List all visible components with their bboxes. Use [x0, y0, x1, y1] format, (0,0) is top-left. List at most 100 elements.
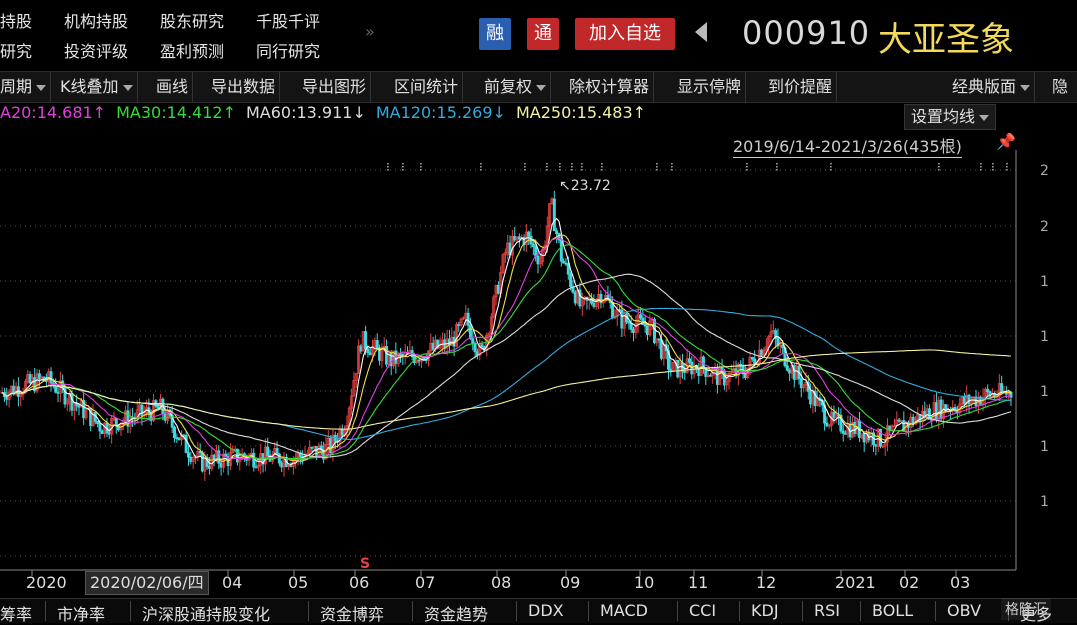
candle-body: [627, 321, 631, 324]
candle-body: [200, 452, 204, 472]
back-arrow-icon[interactable]: [695, 22, 707, 42]
nav-link-peer-research[interactable]: 同行研究: [256, 38, 320, 62]
indicator-tab-沪深股通持股变化[interactable]: 沪深股通持股变化: [142, 601, 270, 625]
candle-body: [569, 273, 573, 287]
indicator-tab-rsi[interactable]: RSI: [814, 601, 840, 620]
price-alert-button[interactable]: 到价提醒: [768, 72, 838, 102]
candle-body: [564, 262, 568, 265]
candle-body: [49, 371, 53, 384]
add-watchlist-button[interactable]: 加入自选: [575, 18, 675, 50]
candle-body: [646, 325, 650, 335]
nav-link-ratings[interactable]: 投资评级: [64, 38, 128, 62]
candle-body: [473, 343, 477, 353]
candle-body: [480, 344, 484, 348]
event-marker-icon: ⁝: [991, 160, 995, 174]
event-marker-icon: ⁝: [937, 160, 941, 174]
nav-link-stock-reviews[interactable]: 千股千评: [256, 8, 320, 32]
ma-legend-item: MA120:15.269↓: [375, 103, 506, 122]
tab-separator: [588, 601, 589, 621]
kline-overlay-label: K线叠加: [60, 77, 119, 96]
candle-body: [212, 454, 216, 460]
candle-body: [708, 374, 712, 377]
chevron-down-icon: [979, 114, 990, 121]
candle-body: [753, 358, 757, 365]
indicator-tab-cci[interactable]: CCI: [689, 601, 716, 620]
pin-icon[interactable]: 📌: [996, 132, 1016, 151]
ma-settings-button[interactable]: 设置均线: [904, 104, 997, 130]
candle-body: [56, 391, 60, 394]
connect-badge[interactable]: 通: [527, 18, 559, 50]
candle-body: [799, 378, 803, 389]
layout-menu[interactable]: 经典版面: [952, 72, 1036, 102]
chevron-down-icon: [36, 84, 47, 91]
show-suspension-button[interactable]: 显示停牌: [677, 72, 747, 102]
interval-stats-button[interactable]: 区间统计: [394, 72, 464, 102]
indicator-tab-ddx[interactable]: DDX: [528, 601, 564, 620]
x-tick-label: 07: [415, 573, 435, 592]
ma-legend-item: MA250:15.483↑: [515, 103, 647, 122]
candle-body: [536, 255, 540, 265]
indicator-tab-资金趋势[interactable]: 资金趋势: [424, 601, 488, 625]
ma-settings-label: 设置均线: [911, 107, 976, 126]
tab-separator: [802, 601, 803, 621]
ma-legend: A20:14.681↑ MA30:14.412↑ MA60:13.911↓ MA120…: [0, 102, 656, 124]
candle-body: [315, 446, 319, 456]
indicator-tab-boll[interactable]: BOLL: [872, 601, 913, 620]
tab-separator: [860, 601, 861, 621]
candle-body: [687, 358, 691, 363]
event-marker-icon: ⁝: [419, 160, 423, 174]
candle-body: [366, 348, 370, 354]
candle-body: [96, 421, 100, 425]
kline-overlay-menu[interactable]: K线叠加: [60, 72, 138, 102]
nav-link-shareholder-research[interactable]: 股东研究: [160, 8, 224, 32]
nav-more-icon[interactable]: »: [365, 22, 375, 41]
event-marker-icon: ⁝: [401, 160, 405, 174]
candle-body: [653, 319, 657, 344]
candle-body: [620, 309, 624, 329]
event-marker-icon: ⁝: [386, 160, 390, 174]
event-marker-icon: ⁝: [745, 160, 749, 174]
y-tick-label: 1: [1040, 329, 1049, 345]
draw-line-button[interactable]: 画线: [156, 72, 194, 102]
indicator-tab-macd[interactable]: MACD: [600, 601, 648, 620]
candle-body: [5, 396, 9, 400]
candle-body: [252, 452, 256, 468]
export-image-button[interactable]: 导出图形: [302, 72, 372, 102]
candle-body: [184, 434, 188, 454]
candle-body: [77, 404, 81, 408]
nav-link-forecast[interactable]: 盈利预测: [160, 38, 224, 62]
candle-body: [207, 466, 211, 469]
candle-body: [70, 392, 74, 411]
adjust-menu[interactable]: 前复权: [484, 72, 552, 102]
hide-button[interactable]: 隐: [1052, 72, 1072, 102]
candle-body: [785, 365, 789, 371]
adjust-label: 前复权: [484, 77, 533, 96]
chevron-down-icon: [122, 84, 133, 91]
x-tick-label: 12: [756, 573, 776, 592]
margin-badge[interactable]: 融: [479, 18, 511, 50]
ex-rights-calculator-button[interactable]: 除权计算器: [569, 72, 655, 102]
indicator-tab-筹率[interactable]: 筹率: [0, 601, 32, 625]
candle-body: [219, 462, 223, 468]
y-tick-label: 1: [1040, 274, 1049, 290]
candle-body: [468, 324, 472, 340]
layout-label: 经典版面: [952, 77, 1017, 96]
indicator-tab-资金博弈[interactable]: 资金博弈: [320, 601, 384, 625]
x-tick-label: 10: [634, 573, 654, 592]
period-menu[interactable]: 周期: [0, 72, 52, 102]
nav-link-research[interactable]: 研究: [0, 38, 32, 62]
candle-body: [825, 422, 829, 427]
indicator-tab-obv[interactable]: OBV: [947, 601, 981, 620]
nav-link-institution-holdings[interactable]: 机构持股: [64, 8, 128, 32]
candle-body: [54, 385, 58, 393]
nav-link-holdings[interactable]: 持股: [0, 8, 32, 32]
candle-body: [417, 359, 421, 362]
export-data-button[interactable]: 导出数据: [211, 72, 281, 102]
x-tick-label: 2020: [26, 573, 67, 592]
event-marker-icon: ⁝: [479, 160, 483, 174]
candle-body: [329, 437, 333, 454]
ma-legend-item: MA30:14.412↑: [116, 103, 236, 122]
indicator-tab-市净率[interactable]: 市净率: [57, 601, 105, 625]
kline-chart[interactable]: 22111112020 04 05 06 07 08 09 10 11 12 2021 02 03⁝ ⁝ ⁝…: [0, 150, 1077, 598]
indicator-tab-kdj[interactable]: KDJ: [751, 601, 779, 620]
